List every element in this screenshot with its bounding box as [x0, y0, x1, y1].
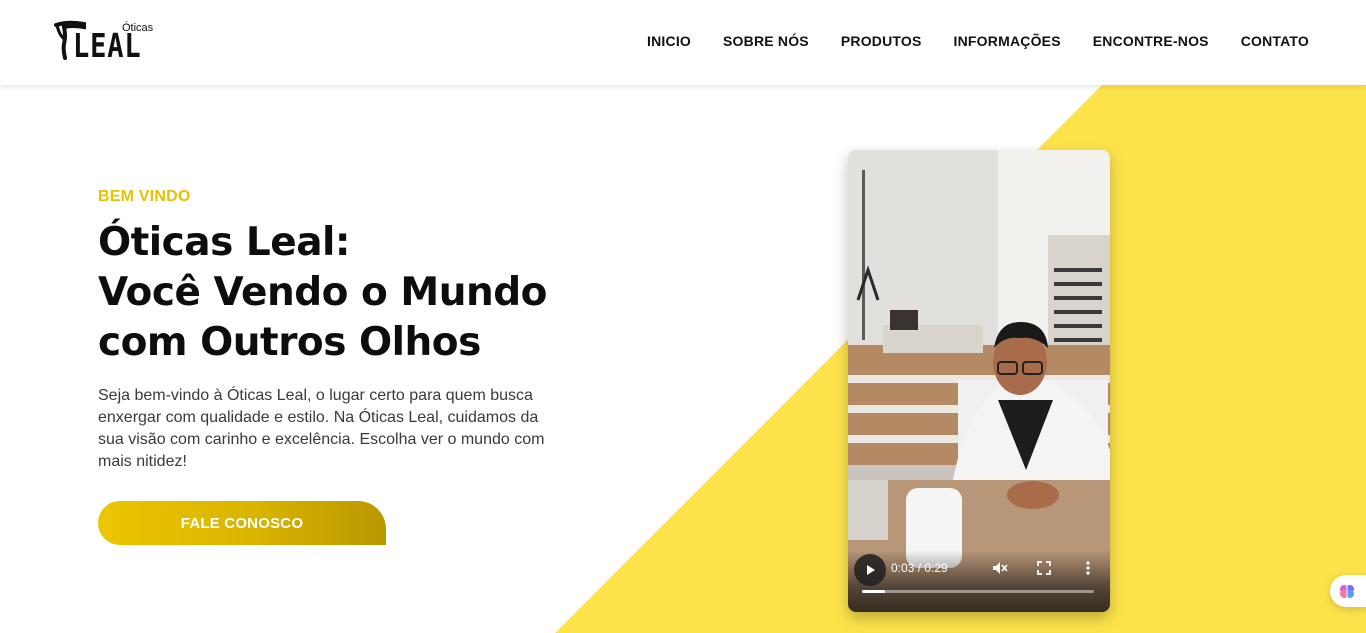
brand-logo[interactable]: Óticas LEAL	[54, 20, 153, 66]
hero-kicker: BEM VINDO	[98, 188, 191, 205]
fullscreen-icon[interactable]	[1036, 560, 1052, 576]
nav-item-informacoes[interactable]: INFORMAÇÕES	[954, 33, 1061, 49]
main-nav: INICIO SOBRE NÓS PRODUTOS INFORMAÇÕES EN…	[647, 33, 1309, 49]
more-vertical-icon[interactable]	[1080, 560, 1096, 576]
video-frame	[848, 150, 1110, 612]
video-time: 0:03 / 0:29	[891, 561, 948, 575]
hero-title: Óticas Leal: Você Vendo o Mundo com Outr…	[98, 218, 618, 368]
brain-icon	[1340, 585, 1354, 598]
video-progress-track[interactable]	[862, 590, 1094, 593]
hero-title-line-3: com Outros Olhos	[98, 320, 481, 365]
play-icon	[867, 565, 875, 575]
nav-item-produtos[interactable]: PRODUTOS	[841, 33, 922, 49]
video-progress-fill	[862, 590, 886, 593]
hero-description: Seja bem-vindo à Óticas Leal, o lugar ce…	[98, 387, 545, 470]
nav-item-sobre-nos[interactable]: SOBRE NÓS	[723, 33, 809, 49]
hero-title-line-1: Óticas Leal:	[98, 220, 350, 265]
volume-muted-icon[interactable]	[992, 560, 1008, 576]
nav-item-contato[interactable]: CONTATO	[1241, 33, 1309, 49]
video-controls: 0:03 / 0:29	[848, 550, 1110, 612]
contact-us-button[interactable]: FALE CONOSCO	[98, 501, 386, 545]
logo-big-text: LEAL	[73, 26, 142, 65]
nav-item-encontre-nos[interactable]: ENCONTRE-NOS	[1093, 33, 1209, 49]
play-button[interactable]	[854, 554, 886, 586]
hero-title-line-2: Você Vendo o Mundo	[98, 270, 547, 315]
floating-assistant-widget[interactable]	[1330, 575, 1366, 607]
video-player[interactable]: 0:03 / 0:29	[848, 150, 1110, 612]
nav-item-inicio[interactable]: INICIO	[647, 33, 691, 49]
site-header: Óticas LEAL INICIO SOBRE NÓS PRODUTOS IN…	[0, 0, 1366, 85]
